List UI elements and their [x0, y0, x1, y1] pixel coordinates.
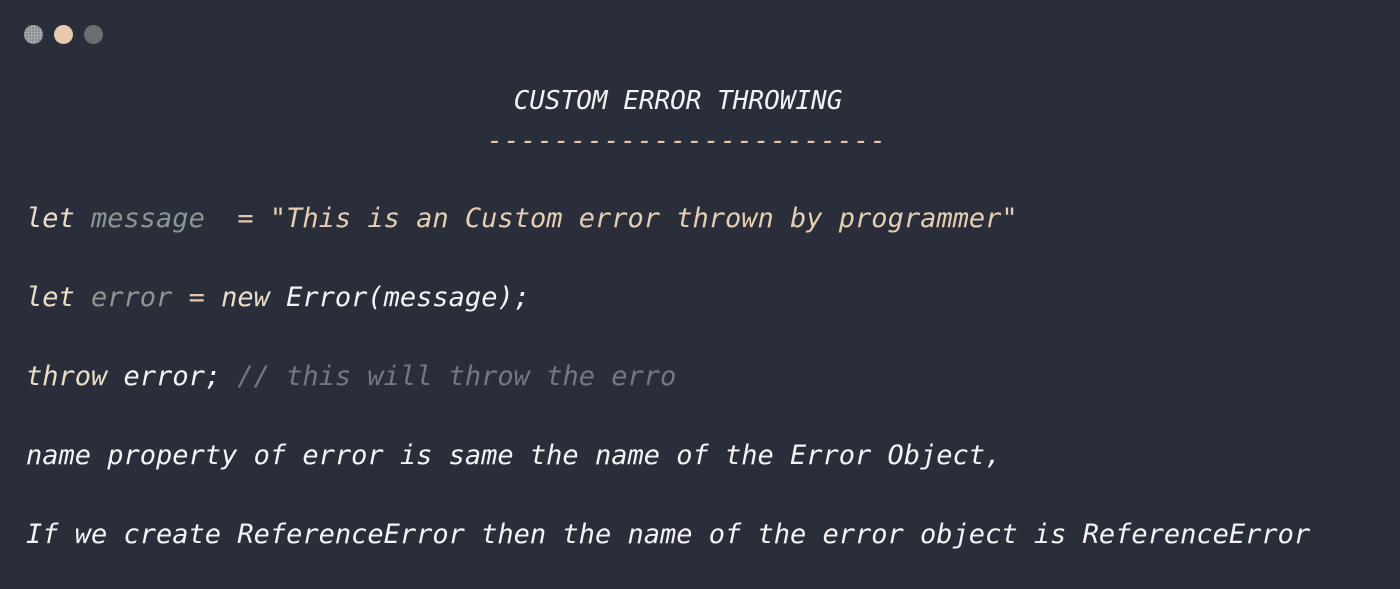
minimize-button[interactable] [54, 25, 73, 44]
keyword: throw [26, 361, 124, 392]
keyword: let [26, 203, 92, 234]
title-divider: ------------------------ [487, 126, 887, 156]
window-controls [24, 25, 103, 44]
close-button[interactable] [24, 25, 43, 44]
code-line-1: let message = "This is an Custom error t… [26, 203, 1018, 234]
operator: = [172, 282, 222, 313]
zoom-button[interactable] [84, 25, 103, 44]
page-title: CUSTOM ERROR THROWING [513, 86, 843, 116]
constructor-call: Error(message); [286, 282, 530, 313]
variable: error [91, 282, 173, 313]
operator: = [204, 203, 270, 234]
string-literal: "This is an Custom error thrown by progr… [269, 203, 1018, 234]
code-window: CUSTOM ERROR THROWING ------------------… [0, 0, 1400, 589]
note-line-2: If we create ReferenceError then the nam… [26, 519, 1311, 550]
code-comment: // this will throw the erro [237, 361, 677, 392]
expression: error; [123, 361, 238, 392]
keyword-new: new [221, 282, 287, 313]
variable: message [91, 203, 205, 234]
keyword: let [26, 282, 92, 313]
code-line-3: throw error; // this will throw the erro [26, 361, 676, 392]
note-line-1: name property of error is same the name … [26, 440, 1002, 471]
code-line-2: let error = new Error(message); [26, 282, 530, 313]
